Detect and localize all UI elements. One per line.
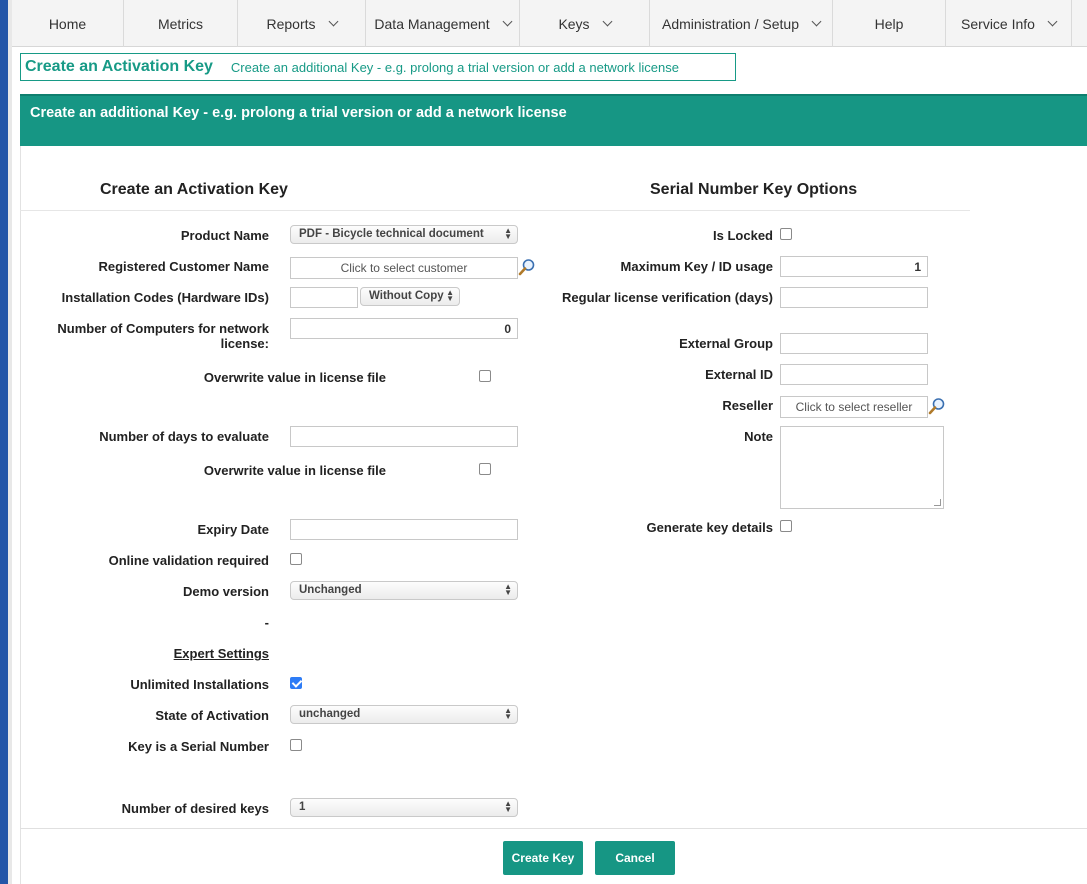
- customer-picker[interactable]: Click to select customer: [290, 257, 518, 279]
- nav-reports-label: Reports: [266, 15, 316, 32]
- dash-separator: -: [264, 615, 269, 630]
- overwrite-2-label: Overwrite value in license file: [203, 463, 386, 478]
- desired-keys-label: Number of desired keys: [121, 801, 269, 816]
- external-id-input[interactable]: [780, 364, 928, 385]
- updown-arrows-icon: ▲ ▼: [446, 288, 454, 303]
- external-id-label: External ID: [705, 367, 773, 382]
- overwrite-2-checkbox[interactable]: [479, 463, 491, 475]
- network-computers-input[interactable]: [290, 318, 518, 339]
- note-textarea[interactable]: [780, 426, 944, 509]
- copy-option-value: Without Copy: [369, 290, 444, 302]
- top-nav: Home Metrics Reports Data Management Key…: [12, 0, 1087, 47]
- desired-keys-value: 1: [299, 801, 306, 813]
- chevron-down-icon: [502, 16, 513, 27]
- section-divider: [20, 210, 970, 211]
- expert-settings-link[interactable]: Expert Settings: [30, 646, 269, 661]
- installation-codes-input[interactable]: [290, 287, 358, 308]
- page-title-box: Create an Activation Key Create an addit…: [20, 53, 736, 81]
- window-edge-shadow: [8, 0, 12, 884]
- nav-administration-label: Administration / Setup: [662, 15, 799, 32]
- resize-grip-icon[interactable]: [934, 499, 941, 506]
- nav-home-label: Home: [48, 15, 87, 32]
- nav-reports[interactable]: Reports: [238, 0, 366, 47]
- installation-codes-label: Installation Codes (Hardware IDs): [61, 290, 269, 305]
- left-section-title: Create an Activation Key: [100, 181, 288, 198]
- chevron-down-icon: [602, 16, 613, 27]
- reseller-label: Reseller: [722, 398, 773, 413]
- network-computers-label: Number of Computers for network license:: [57, 321, 269, 351]
- cancel-button[interactable]: Cancel: [595, 841, 675, 875]
- updown-arrows-icon: ▲ ▼: [504, 706, 512, 721]
- serial-number-label: Key is a Serial Number: [128, 739, 269, 754]
- copy-option-select[interactable]: Without Copy ▲ ▼: [360, 287, 460, 306]
- demo-version-label: Demo version: [183, 584, 269, 599]
- expiry-date-label: Expiry Date: [197, 522, 269, 537]
- right-section-title: Serial Number Key Options: [650, 181, 858, 198]
- nav-administration[interactable]: Administration / Setup: [650, 0, 833, 47]
- external-group-input[interactable]: [780, 333, 928, 354]
- page-subtitle: Create an additional Key - e.g. prolong …: [230, 59, 679, 75]
- nav-metrics[interactable]: Metrics: [124, 0, 238, 47]
- overwrite-1-checkbox[interactable]: [479, 370, 491, 382]
- nav-data-management[interactable]: Data Management: [366, 0, 520, 47]
- overwrite-1-label: Overwrite value in license file: [203, 370, 386, 385]
- page-title: Create an Activation Key: [25, 58, 213, 75]
- window-edge: [0, 0, 8, 884]
- reseller-picker[interactable]: Click to select reseller: [780, 396, 928, 418]
- updown-arrows-icon: ▲ ▼: [504, 582, 512, 597]
- nav-keys-label: Keys: [558, 15, 590, 32]
- product-name-label: Product Name: [180, 228, 269, 243]
- days-evaluate-label: Number of days to evaluate: [99, 429, 269, 444]
- nav-help[interactable]: Help: [833, 0, 946, 47]
- banner-text: Create an additional Key - e.g. prolong …: [30, 105, 567, 121]
- online-validation-label: Online validation required: [108, 553, 269, 568]
- chevron-down-icon: [811, 16, 822, 27]
- footer-divider: [20, 828, 1087, 829]
- chevron-down-icon: [1047, 16, 1058, 27]
- expiry-date-input[interactable]: [290, 519, 518, 540]
- nav-help-label: Help: [874, 15, 904, 32]
- unlimited-installations-label: Unlimited Installations: [130, 677, 269, 692]
- unlimited-installations-checkbox[interactable]: [290, 677, 302, 689]
- nav-service-info-label: Service Info: [961, 15, 1035, 32]
- nav-keys[interactable]: Keys: [520, 0, 650, 47]
- product-name-select[interactable]: PDF - Bicycle technical document ▲ ▼: [290, 225, 518, 244]
- nav-service-info[interactable]: Service Info: [946, 0, 1072, 47]
- section-banner: Create an additional Key - e.g. prolong …: [20, 94, 1087, 146]
- updown-arrows-icon: ▲ ▼: [504, 226, 512, 241]
- max-usage-input[interactable]: [780, 256, 928, 277]
- state-activation-select[interactable]: unchanged ▲ ▼: [290, 705, 518, 724]
- note-label: Note: [744, 429, 773, 444]
- updown-arrows-icon: ▲ ▼: [504, 799, 512, 814]
- customer-label: Registered Customer Name: [98, 259, 270, 274]
- serial-number-checkbox[interactable]: [290, 739, 302, 751]
- create-key-button[interactable]: Create Key: [503, 841, 583, 875]
- demo-version-value: Unchanged: [299, 584, 362, 596]
- magnifier-icon[interactable]: [518, 258, 536, 276]
- chevron-down-icon: [328, 16, 338, 27]
- nav-metrics-label: Metrics: [157, 15, 204, 32]
- is-locked-checkbox[interactable]: [780, 228, 792, 240]
- desired-keys-select[interactable]: 1 ▲ ▼: [290, 798, 518, 817]
- days-evaluate-input[interactable]: [290, 426, 518, 447]
- external-group-label: External Group: [679, 336, 773, 351]
- is-locked-label: Is Locked: [713, 228, 773, 243]
- nav-data-management-label: Data Management: [374, 15, 490, 32]
- magnifier-icon[interactable]: [928, 397, 946, 415]
- state-activation-label: State of Activation: [155, 708, 269, 723]
- regular-verification-input[interactable]: [780, 287, 928, 308]
- state-activation-value: unchanged: [299, 708, 361, 720]
- online-validation-checkbox[interactable]: [290, 553, 302, 565]
- demo-version-select[interactable]: Unchanged ▲ ▼: [290, 581, 518, 600]
- generate-details-checkbox[interactable]: [780, 520, 792, 532]
- nav-home[interactable]: Home: [12, 0, 124, 47]
- product-name-value: PDF - Bicycle technical document: [299, 228, 484, 240]
- max-usage-label: Maximum Key / ID usage: [620, 259, 773, 274]
- generate-details-label: Generate key details: [646, 520, 773, 535]
- regular-verification-label: Regular license verification (days): [562, 290, 773, 305]
